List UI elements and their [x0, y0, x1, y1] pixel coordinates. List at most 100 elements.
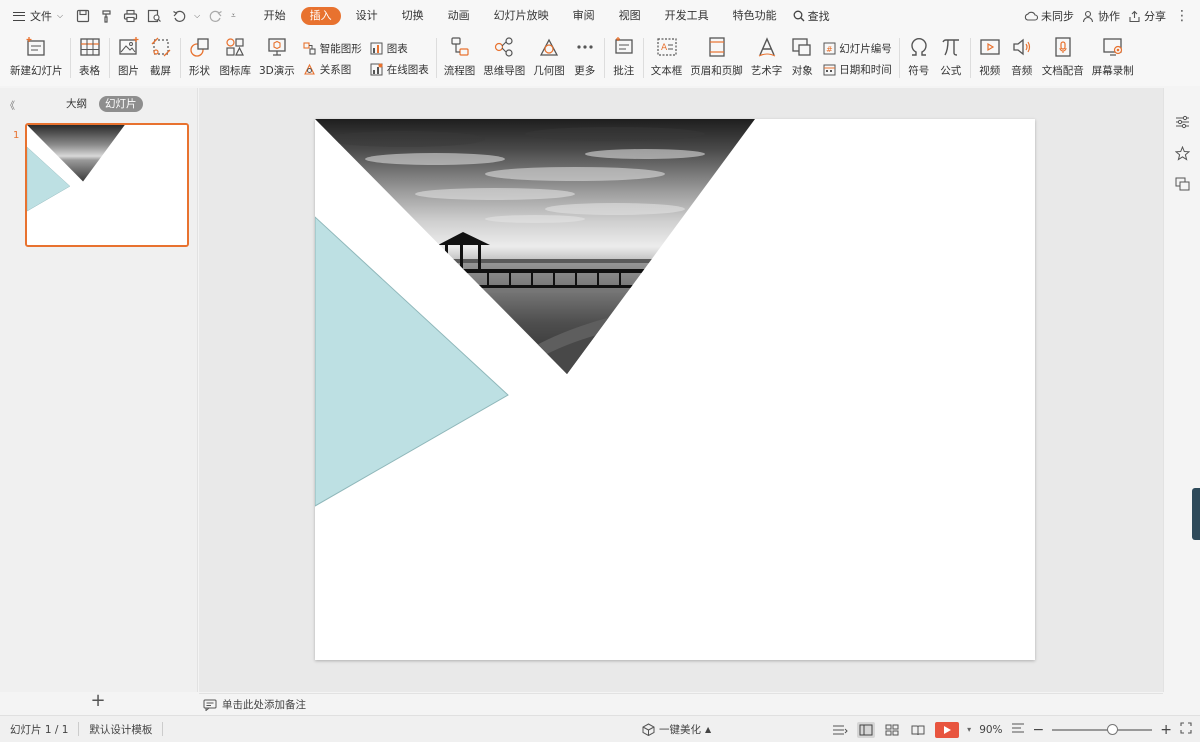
zoom-slider[interactable] — [1052, 723, 1153, 735]
zoom-out-icon[interactable]: − — [1033, 722, 1045, 738]
chart-group: 图表 在线图表 — [370, 32, 429, 82]
smart-art-button[interactable]: 智能图形 — [303, 41, 362, 57]
collab-button[interactable]: 协作 — [1082, 8, 1120, 24]
formula-button[interactable]: 公式 — [939, 32, 963, 82]
3d-demo-button[interactable]: 3D演示 — [259, 32, 295, 82]
share-button[interactable]: 分享 — [1128, 8, 1166, 24]
slide-canvas[interactable] — [315, 119, 1035, 660]
hamburger-icon — [13, 11, 25, 21]
tab-outline[interactable]: 大纲 — [60, 96, 93, 112]
zoom-slider-knob[interactable] — [1106, 723, 1118, 735]
picture-button[interactable]: 图片 — [117, 32, 141, 82]
screenshot-button[interactable]: 截屏 — [149, 32, 173, 82]
tab-slideshow[interactable]: 幻灯片放映 — [485, 7, 558, 25]
table-button[interactable]: 表格 — [78, 32, 102, 82]
more-dots-icon — [573, 35, 597, 59]
icon-library-button[interactable]: 图标库 — [220, 32, 251, 82]
tab-special[interactable]: 特色功能 — [724, 7, 786, 25]
object-button[interactable]: 对象 — [790, 32, 814, 82]
ribbon-separator — [898, 38, 900, 78]
more-options-icon[interactable]: ⋮ — [1174, 8, 1190, 24]
play-icon — [944, 725, 952, 734]
relation-chart-button[interactable]: 关系图 — [303, 62, 362, 78]
numbering-group: # 幻灯片编号 日期和时间 — [822, 32, 892, 82]
datetime-button[interactable]: 日期和时间 — [822, 62, 892, 78]
notes-toggle-icon[interactable] — [831, 722, 849, 738]
tab-design[interactable]: 设计 — [347, 7, 387, 25]
audio-button[interactable]: 音频 — [1010, 32, 1034, 82]
tab-home[interactable]: 开始 — [255, 7, 295, 25]
customize-toolbar-icon[interactable]: ⩡ — [231, 11, 236, 21]
geometry-button[interactable]: 几何图 — [533, 32, 565, 82]
design-template[interactable]: 默认设计模板 — [79, 722, 162, 737]
scroll-handle[interactable] — [1192, 488, 1200, 540]
datetime-label: 日期和时间 — [839, 64, 892, 76]
mindmap-button[interactable]: 思维导图 — [483, 32, 525, 82]
properties-icon[interactable] — [1174, 114, 1190, 130]
svg-text:A: A — [661, 43, 668, 53]
reading-view-icon[interactable] — [909, 722, 927, 738]
animation-star-icon[interactable] — [1174, 145, 1190, 161]
cube-icon — [642, 723, 655, 736]
header-footer-button[interactable]: 页眉和页脚 — [690, 32, 743, 82]
slide-number-button[interactable]: # 幻灯片编号 — [822, 41, 892, 57]
search-command[interactable]: 查找 — [793, 8, 830, 24]
view-controls: ▾ 90% − + — [831, 716, 1192, 742]
undo-dropdown-icon[interactable]: ⌵ — [194, 11, 200, 21]
transition-icon[interactable] — [1174, 176, 1190, 192]
notes-bar[interactable]: 单击此处添加备注 — [199, 693, 1163, 715]
fit-window-icon[interactable] — [1011, 722, 1025, 737]
doc-dub-button[interactable]: 文档配音 — [1042, 32, 1084, 82]
picture-icon — [117, 35, 141, 59]
tab-view[interactable]: 视图 — [610, 7, 650, 25]
shape-button[interactable]: 形状 — [188, 32, 212, 82]
play-slideshow-button[interactable] — [935, 721, 960, 738]
zoom-in-icon[interactable]: + — [1160, 722, 1172, 738]
online-chart-button[interactable]: 在线图表 — [370, 62, 429, 78]
symbol-label: 符号 — [908, 65, 930, 77]
file-menu[interactable]: 文件 ⌵ — [8, 5, 68, 27]
tab-developer[interactable]: 开发工具 — [656, 7, 718, 25]
editing-workspace — [199, 88, 1163, 692]
symbol-button[interactable]: 符号 — [907, 32, 931, 82]
tab-review[interactable]: 审阅 — [564, 7, 604, 25]
calendar-icon — [822, 63, 836, 77]
tab-animation[interactable]: 动画 — [439, 7, 479, 25]
flowchart-button[interactable]: 流程图 — [444, 32, 475, 82]
comment-button[interactable]: 批注 — [612, 32, 636, 82]
caret-up-icon: ▲ — [705, 725, 712, 734]
sync-button[interactable]: 未同步 — [1024, 8, 1074, 24]
screen-record-button[interactable]: 屏幕录制 — [1092, 32, 1134, 82]
normal-view-icon[interactable] — [857, 721, 876, 738]
tab-slides[interactable]: 幻灯片 — [99, 96, 143, 112]
format-painter-icon[interactable] — [98, 8, 115, 25]
relation-chart-icon — [303, 63, 317, 77]
tab-transition[interactable]: 切换 — [393, 7, 433, 25]
collapse-pane-icon[interactable]: 《 — [5, 97, 15, 112]
quick-access-toolbar: ⌵ ⩡ — [74, 8, 236, 25]
zoom-level[interactable]: 90% — [979, 724, 1002, 736]
save-icon[interactable] — [74, 8, 91, 25]
tab-insert[interactable]: 插入 — [300, 7, 341, 25]
screen-record-label: 屏幕录制 — [1091, 65, 1134, 77]
new-slide-button[interactable]: 新建幻灯片 — [10, 32, 63, 82]
redo-icon[interactable] — [207, 8, 224, 25]
slide-thumbnail[interactable] — [25, 123, 189, 247]
print-icon[interactable] — [122, 8, 139, 25]
picture-label: 图片 — [118, 65, 139, 77]
slide-sorter-icon[interactable] — [883, 722, 901, 738]
play-dropdown-icon[interactable]: ▾ — [967, 725, 971, 734]
undo-icon[interactable] — [170, 8, 187, 25]
chart-button[interactable]: 图表 — [370, 41, 429, 57]
beautify-button[interactable]: 一键美化 ▲ — [642, 722, 711, 737]
print-preview-icon[interactable] — [146, 8, 163, 25]
add-slide-icon[interactable]: + — [88, 690, 108, 711]
more-button[interactable]: 更多 — [573, 32, 597, 82]
textbox-button[interactable]: A 文本框 — [651, 32, 682, 82]
video-button[interactable]: 视频 — [978, 32, 1002, 82]
wordart-icon — [755, 35, 779, 59]
wordart-button[interactable]: 艺术字 — [751, 32, 782, 82]
slide-number-icon: # — [822, 42, 836, 56]
fullscreen-icon[interactable] — [1180, 722, 1192, 737]
table-label: 表格 — [79, 65, 100, 77]
